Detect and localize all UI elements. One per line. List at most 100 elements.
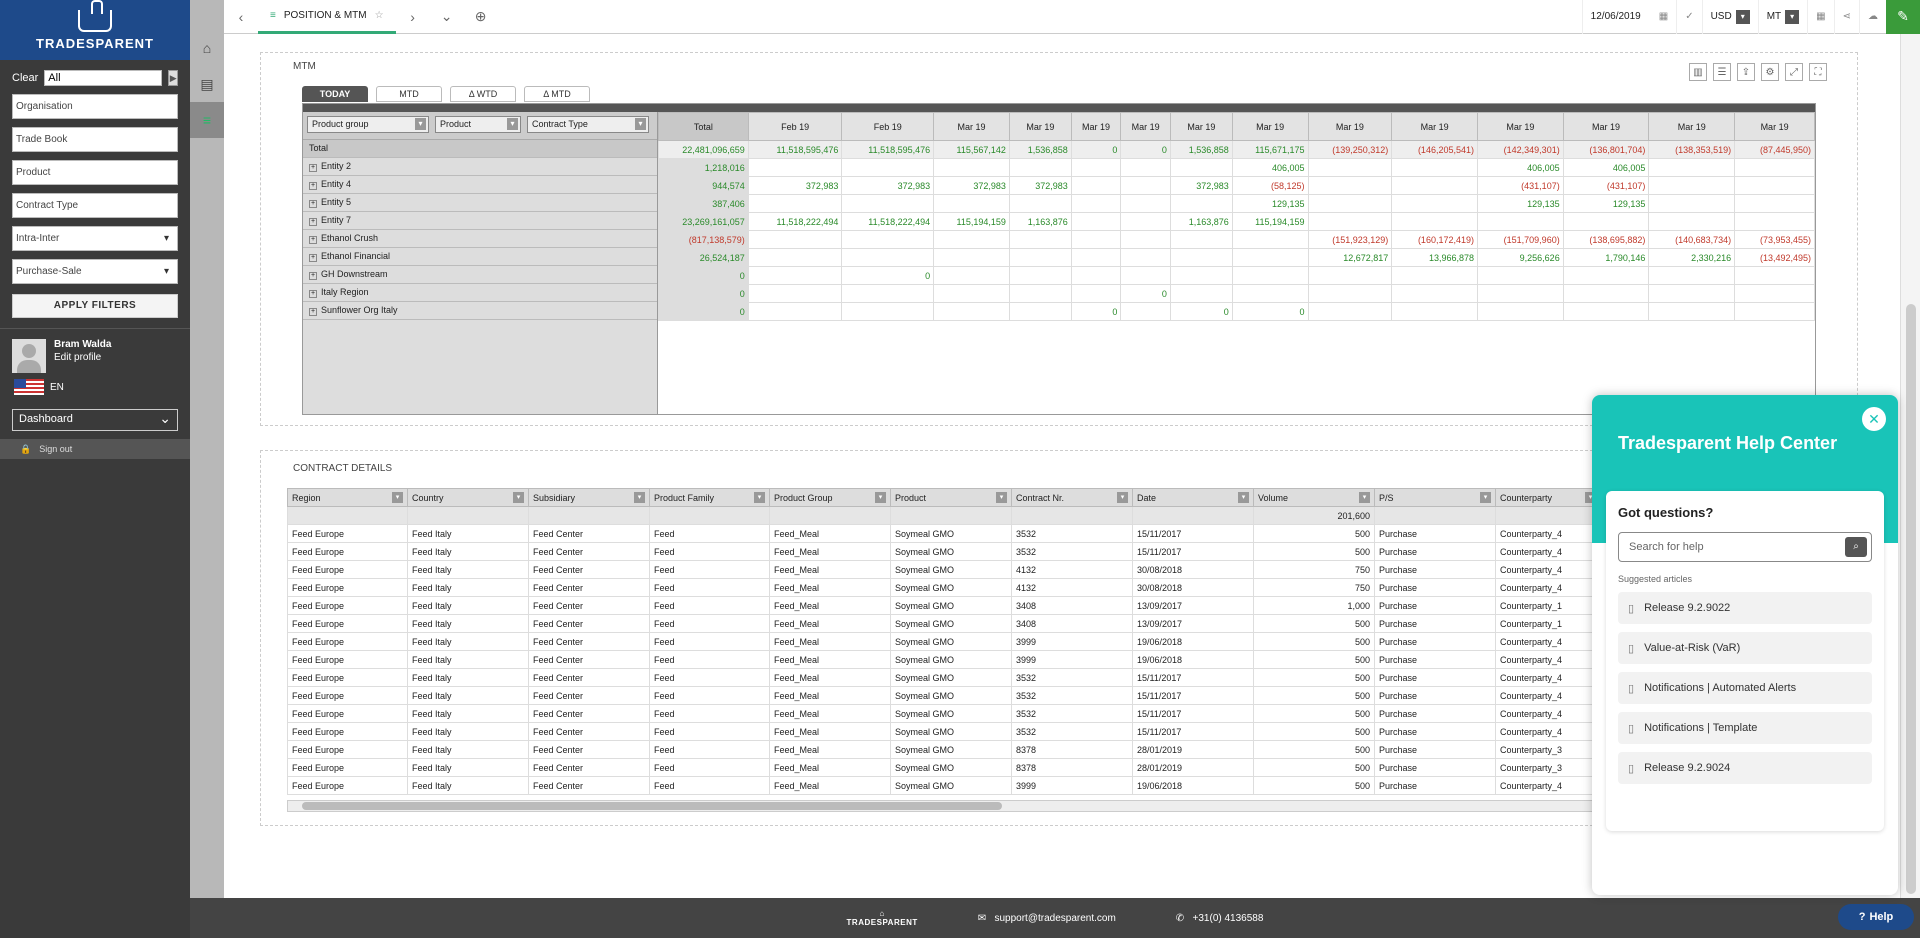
column-header[interactable]: Subsidiary ▾ [528, 488, 650, 507]
expand-icon[interactable]: + [309, 236, 317, 244]
pivot-cell[interactable]: 1,790,146 [1562, 248, 1650, 267]
pivot-cell[interactable] [933, 284, 1010, 303]
pivot-cell[interactable] [1008, 266, 1072, 285]
tab-delta-wtd[interactable]: Δ WTD [450, 86, 516, 102]
pivot-cell[interactable] [1307, 266, 1393, 285]
product-group-filter[interactable]: Product group [307, 116, 429, 133]
pivot-column-header[interactable]: Mar 19 [1648, 112, 1736, 141]
pivot-cell[interactable]: 11,518,222,494 [747, 212, 843, 231]
sign-out-button[interactable]: 🔒 Sign out [0, 439, 190, 459]
pivot-cell[interactable] [933, 194, 1010, 213]
tab-today[interactable]: TODAY [302, 86, 368, 102]
help-article-link[interactable]: ▯ Notifications | Automated Alerts [1618, 672, 1872, 704]
contract-type-filter[interactable]: Contract Type [527, 116, 649, 133]
pivot-cell[interactable] [1070, 212, 1122, 231]
pivot-cell[interactable] [1476, 266, 1564, 285]
chevron-left-icon[interactable]: ‹ [224, 0, 258, 34]
pivot-cell[interactable] [1169, 194, 1233, 213]
column-header[interactable]: Contract Nr. ▾ [1011, 488, 1133, 507]
pivot-cell[interactable] [1476, 212, 1564, 231]
pivot-cell[interactable] [1307, 284, 1393, 303]
column-header[interactable]: Date ▾ [1132, 488, 1254, 507]
help-article-link[interactable]: ▯ Value-at-Risk (VaR) [1618, 632, 1872, 664]
pivot-cell[interactable]: 1,218,016 [658, 158, 749, 177]
cloud-download-icon[interactable]: ☁ [1859, 0, 1886, 34]
dashboard-select[interactable]: Dashboard [12, 409, 178, 431]
pivot-row-label[interactable]: + Entity 4 [303, 176, 657, 194]
pivot-cell[interactable]: 13,966,878 [1391, 248, 1478, 267]
apply-filters-button[interactable]: APPLY FILTERS [12, 294, 178, 318]
pivot-column-header[interactable]: Mar 19 [933, 112, 1010, 141]
pivot-cell[interactable] [1008, 302, 1072, 321]
table-row[interactable]: Feed Europe Feed Italy Feed Center Feed Feed… [287, 596, 1601, 615]
filter-sliders-icon[interactable]: ≡ [190, 102, 224, 138]
pivot-cell[interactable] [747, 302, 843, 321]
pivot-cell[interactable]: (431,107) [1562, 176, 1650, 195]
star-icon[interactable]: ☆ [375, 10, 384, 21]
clear-filter-input[interactable] [44, 70, 163, 86]
pivot-row-label[interactable]: + Sunflower Org Italy [303, 302, 657, 320]
pivot-cell[interactable]: 22,481,096,659 [658, 140, 749, 159]
fullscreen-icon[interactable]: ⛶ [1809, 63, 1827, 81]
filter-icon[interactable]: ▾ [996, 492, 1007, 503]
column-header[interactable]: P/S ▾ [1374, 488, 1496, 507]
pivot-cell[interactable] [1070, 248, 1122, 267]
pivot-cell[interactable] [841, 194, 935, 213]
pivot-cell[interactable]: 372,983 [841, 176, 935, 195]
pivot-cell[interactable] [1169, 230, 1233, 249]
pivot-cell[interactable]: 115,194,159 [1231, 212, 1309, 231]
pivot-cell[interactable] [1008, 194, 1072, 213]
pivot-cell[interactable] [1391, 158, 1478, 177]
pivot-cell[interactable]: (13,492,495) [1734, 248, 1815, 267]
pivot-cell[interactable] [841, 284, 935, 303]
pivot-cell[interactable]: (151,923,129) [1307, 230, 1393, 249]
table-row[interactable]: Feed Europe Feed Italy Feed Center Feed Feed… [287, 542, 1601, 561]
pivot-cell[interactable] [841, 302, 935, 321]
pivot-cell[interactable] [1476, 284, 1564, 303]
chart-icon[interactable]: ▥ [1689, 63, 1707, 81]
pivot-column-header[interactable]: Mar 19 [1008, 112, 1072, 141]
pivot-cell[interactable] [1070, 194, 1122, 213]
pivot-cell[interactable]: 0 [1169, 302, 1233, 321]
pivot-cell[interactable]: (140,683,734) [1648, 230, 1736, 249]
intra-inter-select[interactable]: Intra-Inter [12, 226, 178, 251]
column-header[interactable]: Product Group ▾ [769, 488, 891, 507]
pivot-cell[interactable]: 406,005 [1231, 158, 1309, 177]
currency-select[interactable]: USD ▾ [1701, 0, 1758, 34]
table-row[interactable]: Feed Europe Feed Italy Feed Center Feed Feed… [287, 722, 1601, 741]
pivot-cell[interactable]: 0 [1231, 302, 1309, 321]
pivot-cell[interactable] [1169, 248, 1233, 267]
pivot-cell[interactable]: (160,172,419) [1391, 230, 1478, 249]
add-tab-icon[interactable]: ⊕ [464, 0, 498, 34]
play-icon[interactable]: ▶ [168, 70, 178, 86]
pivot-cell[interactable] [1734, 266, 1815, 285]
pivot-cell[interactable]: 0 [1070, 302, 1122, 321]
pivot-cell[interactable]: (87,445,950) [1734, 140, 1815, 159]
pivot-cell[interactable] [1169, 158, 1233, 177]
pivot-cell[interactable]: 115,194,159 [933, 212, 1010, 231]
table-row[interactable]: Feed Europe Feed Italy Feed Center Feed Feed… [287, 740, 1601, 759]
product-filter[interactable]: Product [435, 116, 521, 133]
pivot-cell[interactable] [1070, 266, 1122, 285]
unit-select[interactable]: MT ▾ [1757, 0, 1807, 34]
pivot-cell[interactable] [1169, 284, 1233, 303]
language-label[interactable]: EN [50, 382, 64, 393]
expand-icon[interactable]: + [309, 182, 317, 190]
pivot-cell[interactable] [747, 194, 843, 213]
edit-pencil-icon[interactable]: ✎ [1886, 0, 1920, 34]
pivot-cell[interactable]: 0 [658, 284, 749, 303]
clear-button[interactable]: Clear [12, 72, 38, 84]
pivot-cell[interactable]: 11,518,595,476 [841, 140, 935, 159]
pivot-column-header[interactable]: Mar 19 [1231, 112, 1309, 141]
tab-position-mtm[interactable]: ≡ POSITION & MTM ☆ [258, 0, 396, 34]
pivot-cell[interactable]: 372,983 [1169, 176, 1233, 195]
pivot-column-header[interactable]: Mar 19 [1476, 112, 1564, 141]
pivot-cell[interactable] [1120, 212, 1171, 231]
pivot-cell[interactable]: (58,125) [1231, 176, 1309, 195]
pivot-cell[interactable] [933, 266, 1010, 285]
pivot-cell[interactable]: 9,256,626 [1476, 248, 1564, 267]
pivot-cell[interactable] [1120, 230, 1171, 249]
pivot-cell[interactable]: 1,536,858 [1169, 140, 1233, 159]
pivot-cell[interactable] [1169, 266, 1233, 285]
pivot-cell[interactable]: 12,672,817 [1307, 248, 1393, 267]
